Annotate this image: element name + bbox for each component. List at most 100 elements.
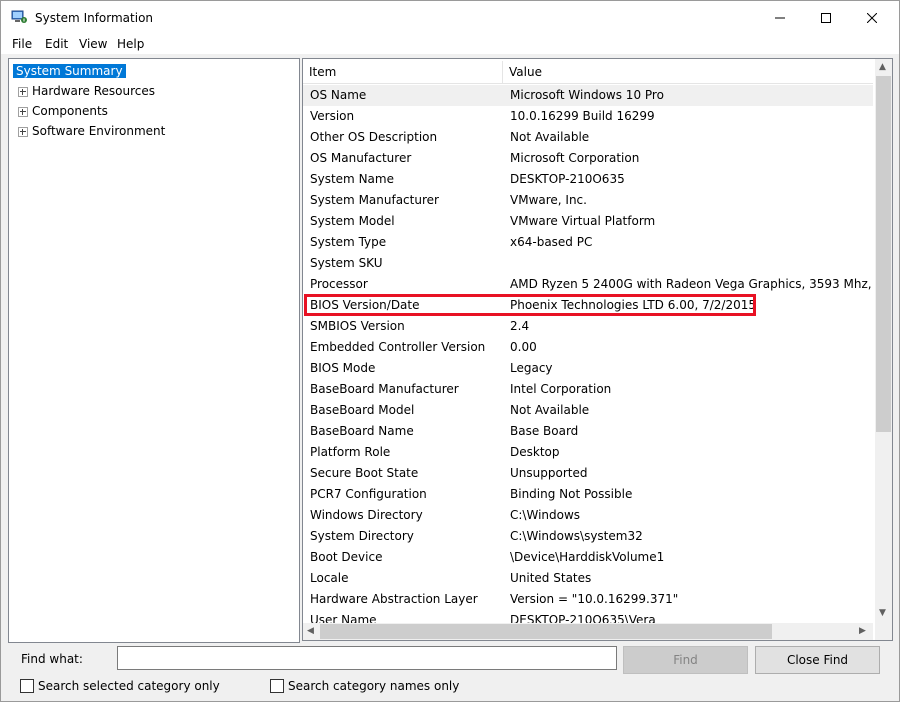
- tree-item-components[interactable]: Components: [18, 102, 108, 120]
- details-list[interactable]: Item Value OS Name Microsoft Windows 10 P…: [302, 58, 893, 641]
- vertical-scrollbar[interactable]: ▲ ▼: [875, 59, 892, 623]
- expand-plus-icon[interactable]: [18, 86, 28, 97]
- search-category-names-label: Search category names only: [288, 679, 460, 693]
- table-row[interactable]: BaseBoard Manufacturer Intel Corporation: [303, 379, 873, 400]
- row-value-cell: Desktop: [510, 445, 560, 459]
- row-value-cell: Microsoft Windows 10 Pro: [510, 88, 664, 102]
- row-value-cell: Microsoft Corporation: [510, 151, 640, 165]
- table-row[interactable]: Embedded Controller Version 0.00: [303, 337, 873, 358]
- column-header-item[interactable]: Item: [303, 59, 336, 83]
- expand-plus-icon[interactable]: [18, 126, 28, 137]
- row-value-cell: Base Board: [510, 424, 579, 438]
- tree-item-label: Hardware Resources: [32, 84, 156, 98]
- scroll-up-arrow-icon[interactable]: ▲: [879, 62, 886, 72]
- row-item-cell: Hardware Abstraction Layer: [310, 592, 478, 606]
- row-value-cell: Unsupported: [510, 466, 588, 480]
- close-find-button[interactable]: Close Find: [755, 646, 880, 674]
- row-value-cell: \Device\HarddiskVolume1: [510, 550, 665, 564]
- menu-help[interactable]: Help: [117, 37, 144, 51]
- row-item-cell: System Directory: [310, 529, 414, 543]
- row-item-cell: Embedded Controller Version: [310, 340, 486, 354]
- scroll-down-arrow-icon[interactable]: ▼: [879, 608, 886, 618]
- row-item-cell: OS Manufacturer: [310, 151, 412, 165]
- category-tree[interactable]: System Summary Hardware Resources Compon…: [8, 58, 300, 643]
- table-row[interactable]: Processor AMD Ryzen 5 2400G with Radeon V…: [303, 274, 873, 295]
- menu-view[interactable]: View: [79, 37, 107, 51]
- table-row[interactable]: System Name DESKTOP-210O635: [303, 169, 873, 190]
- row-item-cell: Locale: [310, 571, 349, 585]
- table-row[interactable]: BaseBoard Name Base Board: [303, 421, 873, 442]
- tree-item-label: System Summary: [13, 64, 126, 78]
- minimize-icon: [775, 17, 785, 18]
- table-row[interactable]: System SKU: [303, 253, 873, 274]
- horizontal-scrollbar[interactable]: ◀ ▶: [303, 623, 873, 640]
- row-value-cell: United States: [510, 571, 592, 585]
- search-category-names-checkbox[interactable]: [270, 679, 284, 693]
- table-row[interactable]: BaseBoard Model Not Available: [303, 400, 873, 421]
- row-value-cell: Not Available: [510, 403, 590, 417]
- search-selected-category-checkbox[interactable]: [20, 679, 34, 693]
- table-row[interactable]: Hardware Abstraction Layer Version = "10.…: [303, 589, 873, 610]
- row-value-cell: Not Available: [510, 130, 590, 144]
- find-what-input[interactable]: [117, 646, 617, 670]
- row-item-cell: Version: [310, 109, 355, 123]
- scroll-left-arrow-icon[interactable]: ◀: [307, 626, 314, 636]
- find-button[interactable]: Find: [623, 646, 748, 674]
- row-value-cell: 0.00: [510, 340, 537, 354]
- table-row[interactable]: System Type x64-based PC: [303, 232, 873, 253]
- table-row[interactable]: Boot Device \Device\HarddiskVolume1: [303, 547, 873, 568]
- table-row[interactable]: OS Manufacturer Microsoft Corporation: [303, 148, 873, 169]
- row-item-cell: SMBIOS Version: [310, 319, 405, 333]
- close-button[interactable]: [849, 1, 895, 34]
- tree-item-software-environment[interactable]: Software Environment: [18, 122, 165, 140]
- maximize-icon: [821, 12, 831, 23]
- scroll-right-arrow-icon[interactable]: ▶: [859, 626, 866, 636]
- table-row[interactable]: Windows Directory C:\Windows: [303, 505, 873, 526]
- table-row[interactable]: PCR7 Configuration Binding Not Possible: [303, 484, 873, 505]
- row-value-cell: VMware, Inc.: [510, 193, 587, 207]
- row-item-cell: PCR7 Configuration: [310, 487, 427, 501]
- column-header-value[interactable]: Value: [503, 59, 542, 83]
- maximize-button[interactable]: [803, 1, 849, 34]
- minimize-button[interactable]: [757, 1, 803, 34]
- menu-file[interactable]: File: [12, 37, 32, 51]
- row-item-cell: Other OS Description: [310, 130, 438, 144]
- table-row[interactable]: System Manufacturer VMware, Inc.: [303, 190, 873, 211]
- row-item-cell: System Model: [310, 214, 395, 228]
- row-item-cell: Processor: [310, 277, 368, 291]
- row-item-cell: Secure Boot State: [310, 466, 419, 480]
- table-row[interactable]: SMBIOS Version 2.4: [303, 316, 873, 337]
- table-row[interactable]: OS Name Microsoft Windows 10 Pro: [303, 85, 873, 106]
- menu-bar: File Edit View Help: [1, 34, 899, 54]
- row-item-cell: Windows Directory: [310, 508, 423, 522]
- tree-item-hardware-resources[interactable]: Hardware Resources: [18, 82, 155, 100]
- horizontal-scroll-thumb[interactable]: [320, 624, 772, 639]
- close-icon: [867, 12, 877, 23]
- tree-item-system-summary[interactable]: System Summary: [13, 62, 126, 80]
- row-value-cell: AMD Ryzen 5 2400G with Radeon Vega Graph…: [510, 277, 873, 291]
- row-item-cell: Boot Device: [310, 550, 383, 564]
- vertical-scroll-thumb[interactable]: [876, 76, 891, 432]
- table-row[interactable]: Secure Boot State Unsupported: [303, 463, 873, 484]
- row-value-cell: Binding Not Possible: [510, 487, 633, 501]
- find-what-label: Find what:: [21, 652, 83, 666]
- expand-plus-icon[interactable]: [18, 106, 28, 117]
- row-value-cell: C:\Windows\system32: [510, 529, 643, 543]
- table-row[interactable]: BIOS Mode Legacy: [303, 358, 873, 379]
- table-row[interactable]: Version 10.0.16299 Build 16299: [303, 106, 873, 127]
- row-value-cell: Version = "10.0.16299.371": [510, 592, 679, 606]
- search-selected-category-option[interactable]: Search selected category only: [20, 679, 220, 693]
- row-value-cell: 10.0.16299 Build 16299: [510, 109, 655, 123]
- table-row[interactable]: System Model VMware Virtual Platform: [303, 211, 873, 232]
- table-row[interactable]: Other OS Description Not Available: [303, 127, 873, 148]
- table-row[interactable]: System Directory C:\Windows\system32: [303, 526, 873, 547]
- table-row[interactable]: Platform Role Desktop: [303, 442, 873, 463]
- row-value-cell: Legacy: [510, 361, 553, 375]
- title-bar[interactable]: System Information: [1, 1, 899, 34]
- table-row[interactable]: Locale United States: [303, 568, 873, 589]
- tree-item-label: Components: [32, 104, 108, 118]
- search-category-names-option[interactable]: Search category names only: [270, 679, 459, 693]
- menu-edit[interactable]: Edit: [45, 37, 68, 51]
- search-selected-category-label: Search selected category only: [38, 679, 220, 693]
- row-item-cell: BaseBoard Model: [310, 403, 415, 417]
